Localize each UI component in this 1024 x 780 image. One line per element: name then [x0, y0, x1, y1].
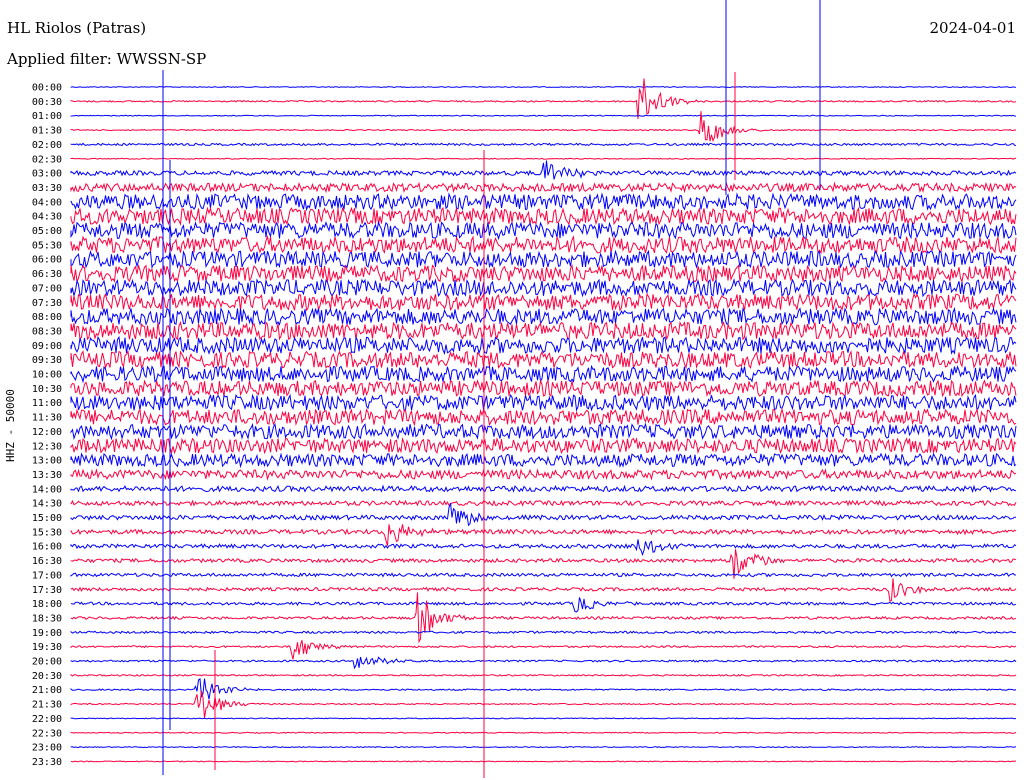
seismic-trace-line: [70, 578, 1017, 603]
seismic-trace-line: [70, 422, 1017, 441]
row-time-label: 12:00: [32, 427, 62, 438]
seismic-trace-line: [70, 640, 1017, 660]
seismic-trace-line: [70, 630, 1017, 635]
seismic-trace-line: [70, 717, 1017, 720]
seismic-trace-line: [70, 452, 1017, 469]
row-time-label: 20:30: [32, 671, 62, 682]
row-time-label: 12:30: [32, 441, 62, 452]
seismic-trace-line: [70, 539, 1017, 557]
seismic-trace-line: [70, 597, 1017, 613]
seismic-trace-line: [70, 484, 1017, 494]
row-time-label: 03:30: [32, 183, 62, 194]
seismic-trace-line: [70, 656, 1017, 670]
row-time-label: 09:00: [32, 341, 62, 352]
seismic-trace-line: [70, 407, 1017, 427]
row-time-label: 21:30: [32, 700, 62, 711]
seismic-trace-line: [70, 499, 1017, 507]
seismic-trace-line: [70, 335, 1017, 355]
seismic-trace-line: [70, 306, 1017, 326]
row-time-label: 16:30: [32, 556, 62, 567]
seismic-trace-line: [70, 468, 1017, 481]
row-time-label: 22:30: [32, 728, 62, 739]
row-time-label: 21:00: [32, 685, 62, 696]
seismic-trace-line: [70, 393, 1017, 412]
row-time-label: 13:30: [32, 470, 62, 481]
row-time-label: 23:00: [32, 743, 62, 754]
row-time-label: 15:30: [32, 527, 62, 538]
row-time-label: 03:00: [32, 169, 62, 180]
row-time-label: 22:00: [32, 714, 62, 725]
row-time-label: 17:00: [32, 570, 62, 581]
row-time-label: 18:00: [32, 599, 62, 610]
seismic-trace-line: [70, 78, 1017, 119]
seismic-trace-line: [70, 320, 1017, 341]
seismic-trace-line: [70, 436, 1017, 455]
row-time-label: 06:30: [32, 269, 62, 280]
seismic-trace-line: [70, 502, 1017, 527]
row-time-label: 11:30: [32, 413, 62, 424]
row-time-label: 13:00: [32, 456, 62, 467]
seismic-trace-line: [70, 349, 1017, 370]
row-time-label: 18:30: [32, 613, 62, 624]
seismic-trace-line: [70, 524, 1017, 546]
row-time-label: 08:30: [32, 326, 62, 337]
seismic-trace-line: [70, 760, 1017, 763]
seismic-trace-line: [70, 277, 1017, 298]
seismic-trace-line: [70, 220, 1017, 241]
seismic-trace-line: [70, 206, 1017, 227]
seismic-trace-line: [70, 731, 1017, 734]
row-time-label: 20:00: [32, 657, 62, 668]
row-time-label: 01:00: [32, 111, 62, 122]
row-time-label: 06:00: [32, 255, 62, 266]
seismic-trace-line: [70, 160, 1017, 180]
seismic-trace-line: [70, 673, 1017, 677]
seismic-trace-line: [70, 157, 1017, 160]
row-time-label: 19:00: [32, 628, 62, 639]
helicorder-plot: 00:00 00:30 01:00 01:30 02:00 02:30 03:00 03:30…: [32, 0, 1017, 778]
row-time-label: 23:30: [32, 757, 62, 768]
seismic-trace-line: [70, 364, 1017, 384]
seismic-trace-line: [70, 379, 1017, 398]
row-time-label: 04:30: [32, 212, 62, 223]
row-time-label: 07:30: [32, 298, 62, 309]
row-time-label: 09:30: [32, 355, 62, 366]
row-time-label: 00:30: [32, 97, 62, 108]
row-time-label: 02:00: [32, 140, 62, 151]
row-time-label: 10:00: [32, 370, 62, 381]
seismic-trace-line: [70, 690, 1017, 719]
seismic-trace-line: [70, 114, 1017, 117]
seismic-trace-line: [70, 263, 1017, 284]
row-time-label: 14:30: [32, 499, 62, 510]
seismic-trace-line: [70, 142, 1017, 147]
row-time-label: 14:00: [32, 484, 62, 495]
row-time-label: 01:30: [32, 126, 62, 137]
row-time-label: 05:00: [32, 226, 62, 237]
row-time-label: 15:00: [32, 513, 62, 524]
seismic-trace-line: [70, 181, 1017, 194]
row-time-label: 17:30: [32, 585, 62, 596]
row-time-label: 02:30: [32, 154, 62, 165]
seismic-trace-line: [70, 678, 1017, 700]
row-time-label: 16:00: [32, 542, 62, 553]
row-time-label: 00:00: [32, 83, 62, 94]
seismic-trace-line: [70, 572, 1017, 578]
seismic-trace-line: [70, 86, 1017, 88]
row-time-label: 10:30: [32, 384, 62, 395]
seismic-trace-line: [70, 592, 1017, 644]
seismic-trace-line: [70, 235, 1017, 255]
row-time-label: 19:30: [32, 642, 62, 653]
row-time-label: 04:00: [32, 197, 62, 208]
row-time-label: 07:00: [32, 283, 62, 294]
seismic-trace-line: [70, 192, 1017, 212]
seismic-trace-line: [70, 746, 1017, 749]
seismic-trace-line: [70, 249, 1017, 270]
row-time-label: 08:00: [32, 312, 62, 323]
seismic-trace-line: [70, 292, 1017, 312]
row-time-label: 05:30: [32, 240, 62, 251]
row-time-label: 11:00: [32, 398, 62, 409]
